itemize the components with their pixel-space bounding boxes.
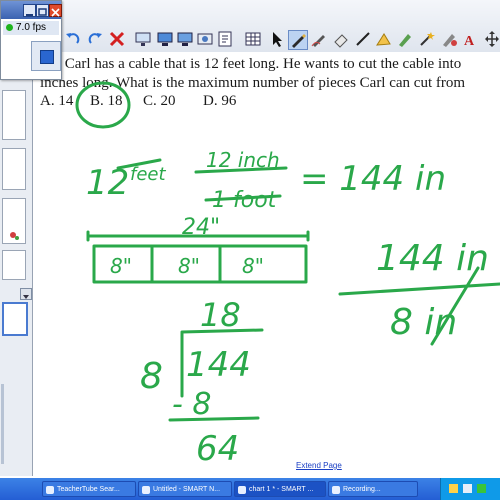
answer-option-b: B. 18 [90,93,123,109]
taskbar-item-label: TeacherTube Sear... [57,486,120,493]
smart-notebook-icon [142,486,150,494]
taskbar-item[interactable]: Untitled - SMART N... [138,481,232,497]
fill-icon[interactable] [396,30,414,48]
line-icon[interactable] [354,30,372,48]
answer-option-c: C. 20 [143,93,176,109]
question-line-1: ) Carl has a cable that is 12 feet long.… [56,56,462,72]
page-thumbnail[interactable] [2,90,26,140]
system-tray [440,478,500,500]
smart-notebook-icon [238,486,246,494]
text-icon[interactable]: A [462,30,480,49]
extend-page-link[interactable]: Extend Page [296,461,342,470]
taskbar-item-label: Untitled - SMART N... [153,486,221,493]
select-arrow-icon[interactable] [268,30,286,48]
answer-option-d: D. 96 [203,93,237,109]
toolbar: A [0,0,500,53]
maximize-icon[interactable] [36,4,49,17]
recorder-widget: 7.0 fps [0,0,62,80]
full-screen-icon[interactable] [156,30,174,48]
insert-icon[interactable] [216,30,234,48]
tray-icon[interactable] [477,484,486,493]
svg-text:A: A [464,34,475,48]
properties-icon[interactable] [440,30,458,48]
capture-icon[interactable] [196,30,214,48]
page-thumbnail[interactable] [2,250,26,280]
creative-pen-icon[interactable] [310,30,328,48]
redo-icon[interactable] [86,30,104,48]
delete-icon[interactable] [108,30,126,48]
page-sorter [0,78,33,476]
tray-icon[interactable] [463,484,472,493]
undo-icon[interactable] [64,30,82,48]
taskbar-item[interactable]: TeacherTube Sear... [42,481,136,497]
recording-status-icon [6,23,13,31]
sorter-menu-button[interactable] [20,288,32,300]
taskbar-item-label: Recording... [343,486,381,493]
move-toolbar-icon[interactable] [484,30,500,48]
fps-label: 7.0 fps [16,22,47,33]
shapes-icon[interactable] [374,30,392,48]
pen-icon[interactable] [288,30,308,50]
sorter-scrollbar[interactable] [1,384,4,464]
browser-icon [46,486,54,494]
taskbar-item-label: chart 1 * - SMART ... [249,486,314,493]
close-icon[interactable] [49,4,62,17]
display-icon[interactable] [176,30,194,48]
answer-option-a: A. 14 [40,93,74,109]
tray-icon[interactable] [449,484,458,493]
eraser-icon[interactable] [332,30,350,48]
taskbar: TeacherTube Sear... Untitled - SMART N..… [0,478,500,500]
recorder-icon [332,486,340,494]
stop-icon [40,50,54,64]
minimize-icon[interactable] [23,4,36,17]
page-thumbnail[interactable] [2,198,26,244]
page-thumbnail[interactable] [2,148,26,190]
stop-recording-button[interactable] [31,41,61,71]
recorder-title-bar[interactable] [1,1,62,19]
taskbar-item-active[interactable]: chart 1 * - SMART ... [234,481,326,497]
question-line-2: inches long. What is the maximum number … [40,75,466,91]
magic-pen-icon[interactable] [418,30,436,48]
fps-indicator: 7.0 fps [3,21,59,35]
page-thumbnail-selected[interactable] [2,302,28,336]
taskbar-item[interactable]: Recording... [328,481,418,497]
screen-shade-icon[interactable] [134,30,152,48]
whiteboard-page[interactable] [33,52,500,476]
table-icon[interactable] [244,30,262,48]
